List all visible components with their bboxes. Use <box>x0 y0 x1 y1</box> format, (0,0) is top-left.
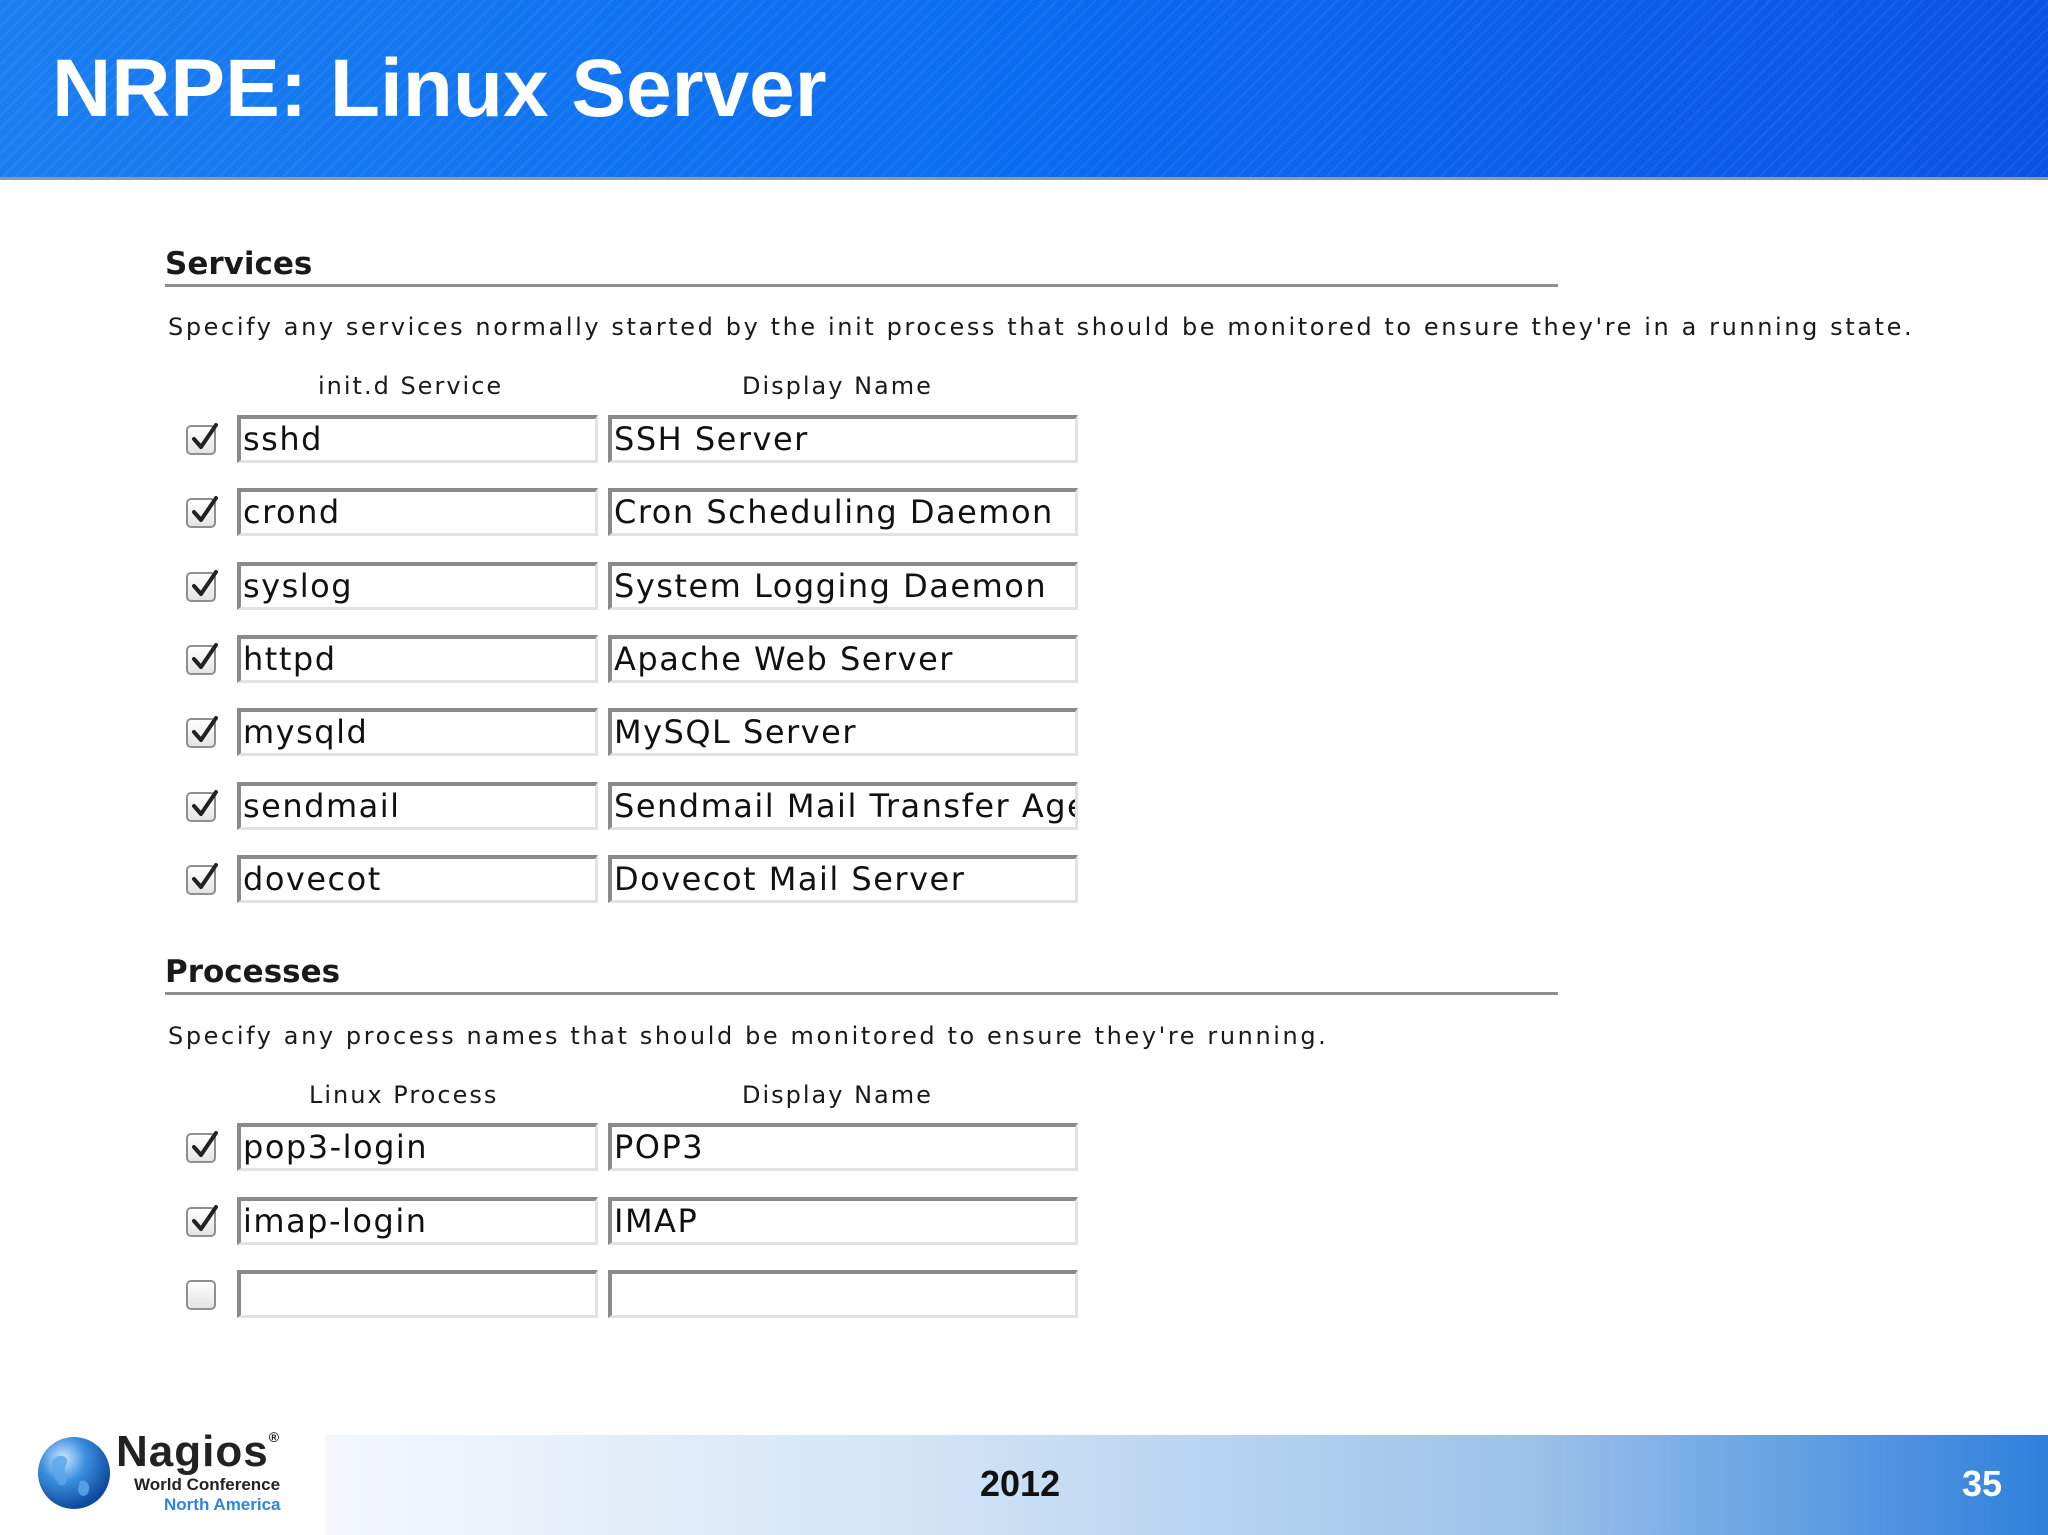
name-input[interactable]: sshd <box>237 415 598 463</box>
form-row: syslog System Logging Daemon <box>0 561 1100 612</box>
enable-checkbox[interactable] <box>186 496 218 529</box>
form-row: mysqld MySQL Server <box>0 708 1100 758</box>
title-bar: NRPE: Linux Server <box>0 0 2048 180</box>
form-row: sshd SSH Server <box>0 415 1100 465</box>
display-name-input[interactable] <box>608 1270 1078 1318</box>
checkmark-icon <box>192 569 218 596</box>
processes-column-process: Linux Process <box>309 1081 499 1109</box>
services-column-display-name: Display Name <box>742 372 933 400</box>
name-input[interactable]: dovecot <box>237 854 598 903</box>
processes-column-display-name: Display Name <box>742 1081 933 1109</box>
checkmark-icon <box>192 1204 218 1231</box>
footer-year: 2012 <box>980 1463 1061 1504</box>
nagios-logo: Nagios® <box>116 1427 281 1476</box>
display-name-input[interactable]: Apache Web Server <box>608 634 1078 683</box>
processes-divider <box>165 992 1558 995</box>
checkmark-icon <box>192 496 218 523</box>
name-input[interactable]: pop3-login <box>237 1123 598 1171</box>
name-input[interactable]: httpd <box>237 634 598 683</box>
logo-subtitle-conference: World Conference <box>134 1475 281 1494</box>
enable-checkbox[interactable] <box>186 1131 218 1163</box>
enable-checkbox[interactable] <box>186 1204 218 1237</box>
name-input[interactable]: crond <box>237 488 598 537</box>
enable-checkbox[interactable] <box>186 716 218 749</box>
enable-checkbox[interactable] <box>186 569 218 602</box>
globe-icon <box>38 1437 110 1509</box>
processes-description: Specify any process names that should be… <box>168 1022 1329 1050</box>
page-number: 35 <box>1962 1463 2003 1504</box>
form-row: crond Cron Scheduling Daemon <box>0 488 1100 538</box>
services-divider <box>165 284 1558 287</box>
form-row: imap-login IMAP <box>0 1196 1100 1247</box>
form-row: pop3-login POP3 <box>0 1123 1100 1173</box>
processes-heading: Processes <box>165 954 341 990</box>
display-name-input[interactable]: IMAP <box>608 1196 1078 1245</box>
display-name-input[interactable]: Cron Scheduling Daemon <box>608 488 1078 537</box>
name-input[interactable]: syslog <box>237 561 598 610</box>
enable-checkbox[interactable] <box>186 1280 216 1310</box>
services-description: Specify any services normally started by… <box>168 313 1915 341</box>
footer-gradient-band <box>325 1435 2048 1535</box>
enable-checkbox[interactable] <box>186 642 218 675</box>
display-name-input[interactable]: Dovecot Mail Server <box>608 854 1078 903</box>
name-input[interactable]: sendmail <box>237 781 598 830</box>
slide-title: NRPE: Linux Server <box>52 43 827 134</box>
logo-subtitle-region: North America <box>164 1495 281 1514</box>
display-name-input[interactable]: SSH Server <box>608 415 1078 463</box>
checkmark-icon <box>192 642 218 669</box>
display-name-input[interactable]: POP3 <box>608 1123 1078 1171</box>
name-input[interactable]: imap-login <box>237 1196 598 1245</box>
services-heading: Services <box>165 246 313 282</box>
services-column-service: init.d Service <box>318 372 504 400</box>
checkmark-icon <box>192 716 218 743</box>
display-name-input[interactable]: System Logging Daemon <box>608 561 1078 610</box>
enable-checkbox[interactable] <box>186 423 218 455</box>
form-row: httpd Apache Web Server <box>0 634 1100 685</box>
checkmark-icon <box>192 423 218 449</box>
checkmark-icon <box>192 789 218 816</box>
display-name-input[interactable]: Sendmail Mail Transfer Age <box>608 781 1078 830</box>
checkmark-icon <box>192 1131 218 1157</box>
enable-checkbox[interactable] <box>186 789 218 822</box>
display-name-input[interactable]: MySQL Server <box>608 708 1078 757</box>
name-input[interactable] <box>237 1270 598 1318</box>
form-row: dovecot Dovecot Mail Server <box>0 854 1100 905</box>
checkmark-icon <box>192 862 218 889</box>
enable-checkbox[interactable] <box>186 862 218 895</box>
form-row: sendmail Sendmail Mail Transfer Age <box>0 781 1100 832</box>
form-row <box>0 1270 1100 1320</box>
name-input[interactable]: mysqld <box>237 708 598 757</box>
